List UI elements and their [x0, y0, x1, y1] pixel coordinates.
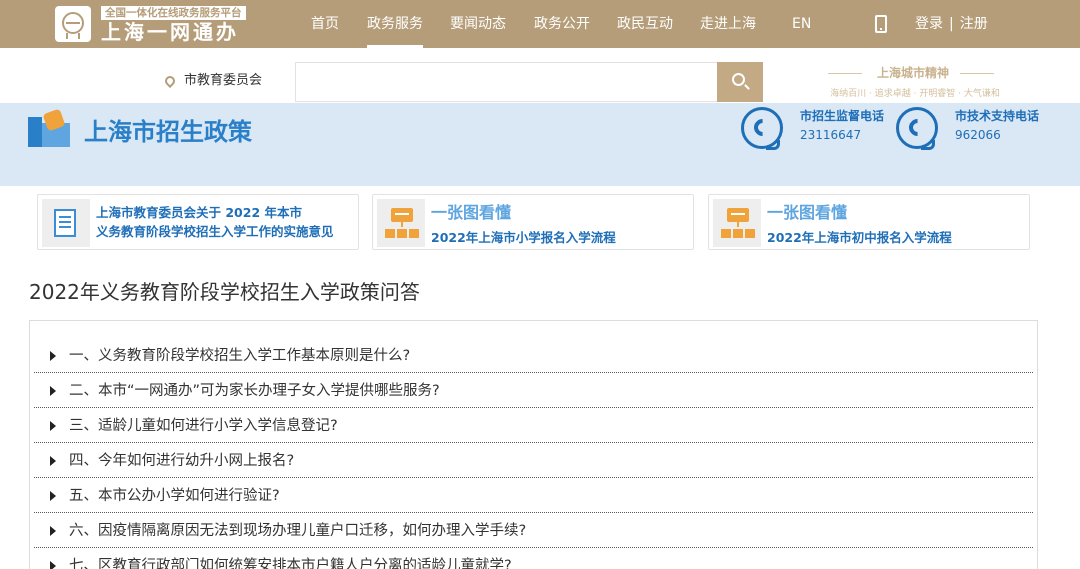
caret-right-icon: [50, 351, 56, 361]
caret-right-icon: [50, 561, 56, 569]
flowchart-icon: [713, 199, 761, 247]
junior-flow-title: 2022年上海市初中报名入学流程: [767, 230, 952, 245]
faq-item[interactable]: 七、区教育行政部门如何统筹安排本市户籍人户分离的适龄儿童就学?: [34, 548, 1033, 569]
primary-flow-card[interactable]: 一张图看懂 2022年上海市小学报名入学流程: [372, 194, 694, 250]
supervision-hotline-label: 市招生监督电话: [800, 109, 885, 123]
region-selector[interactable]: 市教育委员会: [184, 72, 262, 90]
caret-right-icon: [50, 421, 56, 431]
logo-title: 上海一网通办: [101, 20, 239, 44]
faq-question: 四、今年如何进行幼升小网上报名?: [69, 453, 295, 469]
junior-flow-heading: 一张图看懂: [767, 203, 848, 222]
faq-question: 七、区教育行政部门如何统筹安排本市户籍人户分离的适龄儿童就学?: [69, 558, 512, 569]
faq-question: 一、义务教育阶段学校招生入学工作基本原则是什么?: [69, 348, 411, 364]
policy-document-line1: 上海市教育委员会关于 2022 年本市: [96, 205, 302, 220]
nav-english[interactable]: EN: [792, 0, 811, 48]
faq-item[interactable]: 三、适龄儿童如何进行小学入学信息登记?: [34, 408, 1033, 443]
supervision-hotline-number: 23116647: [800, 128, 862, 142]
primary-flow-heading: 一张图看懂: [431, 203, 512, 222]
faq-question: 五、本市公办小学如何进行验证?: [69, 488, 280, 504]
flowchart-icon: [377, 199, 425, 247]
login-link[interactable]: 登录: [915, 16, 943, 32]
nav-about-shanghai[interactable]: 走进上海: [700, 0, 756, 48]
city-spirit-title: 上海城市精神: [876, 66, 949, 80]
login-register: 登录 | 注册: [915, 0, 988, 48]
faq-question: 二、本市“一网通办”可为家长办理子女入学提供哪些服务?: [69, 383, 440, 399]
faq-item[interactable]: 六、因疫情隔离原因无法到现场办理儿童户口迁移，如何办理入学手续?: [34, 513, 1033, 548]
caret-right-icon: [50, 526, 56, 536]
search-input[interactable]: [295, 62, 717, 102]
nav-home[interactable]: 首页: [311, 0, 339, 48]
nav-government-services[interactable]: 政务服务: [367, 0, 423, 48]
caret-right-icon: [50, 491, 56, 501]
faq-item[interactable]: 五、本市公办小学如何进行验证?: [34, 478, 1033, 513]
faq-item[interactable]: 一、义务教育阶段学校招生入学工作基本原则是什么?: [34, 338, 1033, 373]
tech-support-hotline-label: 市技术支持电话: [955, 109, 1040, 123]
login-separator: |: [949, 16, 954, 32]
junior-flow-card[interactable]: 一张图看懂 2022年上海市初中报名入学流程: [708, 194, 1030, 250]
policy-document-card[interactable]: 上海市教育委员会关于 2022 年本市 义务教育阶段学校招生入学工作的实施意见: [37, 194, 359, 250]
tech-support-hotline-icon: [896, 107, 938, 150]
logo-mark-icon: [55, 6, 91, 42]
tech-support-hotline-number: 962066: [955, 128, 1001, 142]
search-icon: [732, 73, 745, 86]
faq-item[interactable]: 四、今年如何进行幼升小网上报名?: [34, 443, 1033, 478]
faq-item[interactable]: 二、本市“一网通办”可为家长办理子女入学提供哪些服务?: [34, 373, 1033, 408]
nav-public-affairs[interactable]: 政务公开: [534, 0, 590, 48]
enrollment-policy-icon: [28, 108, 72, 149]
city-spirit-slogan: 海纳百川 · 追求卓越 · 开明睿智 · 大气谦和: [830, 89, 1000, 99]
location-pin-icon: [162, 73, 178, 89]
nav-interaction[interactable]: 政民互动: [617, 0, 673, 48]
search-button[interactable]: [717, 62, 763, 102]
logo-subtitle: 全国一体化在线政务服务平台: [101, 6, 246, 20]
document-icon: [42, 199, 90, 247]
supervision-hotline-icon: [741, 107, 783, 150]
faq-question: 三、适龄儿童如何进行小学入学信息登记?: [69, 418, 338, 434]
site-logo[interactable]: 全国一体化在线政务服务平台 上海一网通办: [55, 6, 246, 44]
section-title: 2022年义务教育阶段学校招生入学政策问答: [29, 280, 420, 304]
faq-question: 六、因疫情隔离原因无法到现场办理儿童户口迁移，如何办理入学手续?: [69, 523, 527, 539]
caret-right-icon: [50, 386, 56, 396]
nav-news[interactable]: 要闻动态: [450, 0, 506, 48]
banner-title: 上海市招生政策: [84, 118, 252, 146]
mobile-icon[interactable]: [875, 15, 887, 33]
register-link[interactable]: 注册: [960, 16, 988, 32]
caret-right-icon: [50, 456, 56, 466]
primary-flow-title: 2022年上海市小学报名入学流程: [431, 230, 616, 245]
policy-document-line2: 义务教育阶段学校招生入学工作的实施意见: [96, 224, 334, 239]
